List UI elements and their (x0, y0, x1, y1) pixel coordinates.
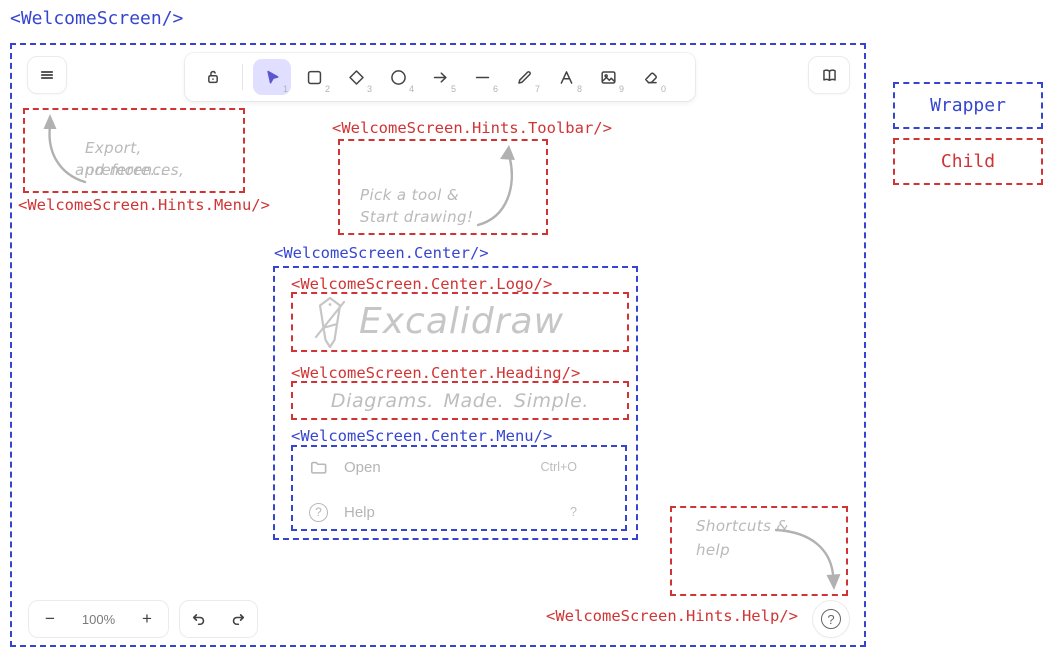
undo-button[interactable] (180, 601, 219, 637)
ellipse-icon (389, 68, 408, 87)
center-wrapper-box: <WelcomeScreen.Center.Logo/> Excalidraw … (273, 266, 638, 540)
center-menu-label: <WelcomeScreen.Center.Menu/> (291, 427, 552, 445)
center-logo-box: Excalidraw (291, 292, 629, 352)
hint-toolbar-text-line1: Pick a tool & (360, 185, 459, 207)
eraser-icon (641, 68, 660, 87)
toolbar-divider (242, 64, 243, 90)
legend-child-box: Child (893, 138, 1043, 185)
hints-toolbar-box: Pick a tool & Start drawing! (338, 139, 548, 235)
tool-eraser[interactable]: 0 (631, 59, 669, 95)
menu-item-label: Open (344, 459, 381, 476)
tool-selection[interactable]: 1 (253, 59, 291, 95)
tool-key-hint: 4 (409, 84, 414, 94)
hint-help-text-line2: help (696, 540, 730, 562)
redo-icon (229, 610, 247, 628)
welcome-screen-docs-figure: <WelcomeScreen/> 1 2 (0, 0, 1053, 661)
tool-arrow[interactable]: 5 (421, 59, 459, 95)
zoom-level[interactable]: 100% (71, 601, 126, 637)
center-label: <WelcomeScreen.Center/> (274, 244, 489, 262)
tool-key-hint: 8 (577, 84, 582, 94)
folder-icon (309, 458, 328, 477)
welcome-screen-label: <WelcomeScreen/> (10, 8, 183, 29)
tool-text[interactable]: 8 (547, 59, 585, 95)
zoom-controls: − 100% + (28, 600, 169, 638)
tool-key-hint: 0 (661, 84, 666, 94)
hint-toolbar-text-line2: Start drawing! (360, 207, 473, 229)
tool-key-hint: 9 (619, 84, 624, 94)
rectangle-icon (305, 68, 324, 87)
center-heading-box: Diagrams. Made. Simple. (291, 381, 629, 420)
menu-item-shortcut: ? (570, 505, 577, 519)
undo-icon (190, 610, 208, 628)
tool-key-hint: 1 (283, 84, 288, 94)
hints-toolbar-label: <WelcomeScreen.Hints.Toolbar/> (332, 119, 612, 137)
image-icon (599, 68, 618, 87)
zoom-out-button[interactable]: − (29, 601, 71, 637)
toolbar: 1 2 3 4 5 (185, 53, 695, 101)
tool-key-hint: 5 (451, 84, 456, 94)
menu-item-shortcut: Ctrl+O (541, 460, 577, 474)
tool-draw[interactable]: 7 (505, 59, 543, 95)
line-icon (473, 68, 492, 87)
library-button[interactable] (808, 56, 850, 94)
text-icon (557, 68, 576, 87)
hints-menu-label: <WelcomeScreen.Hints.Menu/> (18, 196, 270, 214)
tool-key-hint: 3 (367, 84, 372, 94)
zoom-in-button[interactable]: + (126, 601, 168, 637)
question-mark-icon: ? (821, 609, 841, 629)
help-circle-icon: ? (309, 503, 328, 522)
excalidraw-logo-icon (311, 295, 349, 351)
pencil-icon (515, 68, 534, 87)
tool-diamond[interactable]: 3 (337, 59, 375, 95)
legend-wrapper-box: Wrapper (893, 82, 1043, 129)
arrow-icon (431, 68, 450, 87)
center-logo-label: <WelcomeScreen.Center.Logo/> (291, 275, 552, 293)
tool-ellipse[interactable]: 4 (379, 59, 417, 95)
diamond-icon (347, 68, 366, 87)
tool-line[interactable]: 6 (463, 59, 501, 95)
tool-key-hint: 6 (493, 84, 498, 94)
hint-menu-text-line2: and more... (75, 160, 166, 182)
center-menu-box: Open Ctrl+O ? Help ? (291, 445, 627, 531)
tool-rectangle[interactable]: 2 (295, 59, 333, 95)
hamburger-icon (38, 66, 56, 84)
center-heading-label: <WelcomeScreen.Center.Heading/> (291, 364, 580, 382)
menu-item-open[interactable]: Open Ctrl+O (299, 452, 619, 482)
tool-key-hint: 2 (325, 84, 330, 94)
menu-item-label: Help (344, 504, 375, 521)
tool-image[interactable]: 9 (589, 59, 627, 95)
tool-key-hint: 7 (535, 84, 540, 94)
excalidraw-logo-text: Excalidraw (359, 301, 564, 342)
hints-menu-box: Export, preferences, and more... (23, 108, 245, 193)
hints-help-box: Shortcuts & help (670, 506, 848, 596)
main-menu-button[interactable] (27, 56, 67, 94)
hint-help-text-line1: Shortcuts & (696, 516, 789, 538)
legend-child-text: Child (941, 151, 995, 172)
center-heading-text: Diagrams. Made. Simple. (331, 390, 589, 412)
book-icon (820, 66, 839, 85)
unlock-icon (203, 67, 223, 87)
legend-wrapper-text: Wrapper (930, 95, 1006, 116)
help-button[interactable]: ? (812, 600, 850, 638)
menu-item-help[interactable]: ? Help ? (299, 497, 619, 527)
lock-tool-button[interactable] (194, 59, 232, 95)
selection-cursor-icon (263, 68, 282, 87)
history-controls (179, 600, 258, 638)
hints-help-label: <WelcomeScreen.Hints.Help/> (546, 607, 798, 625)
redo-button[interactable] (219, 601, 258, 637)
